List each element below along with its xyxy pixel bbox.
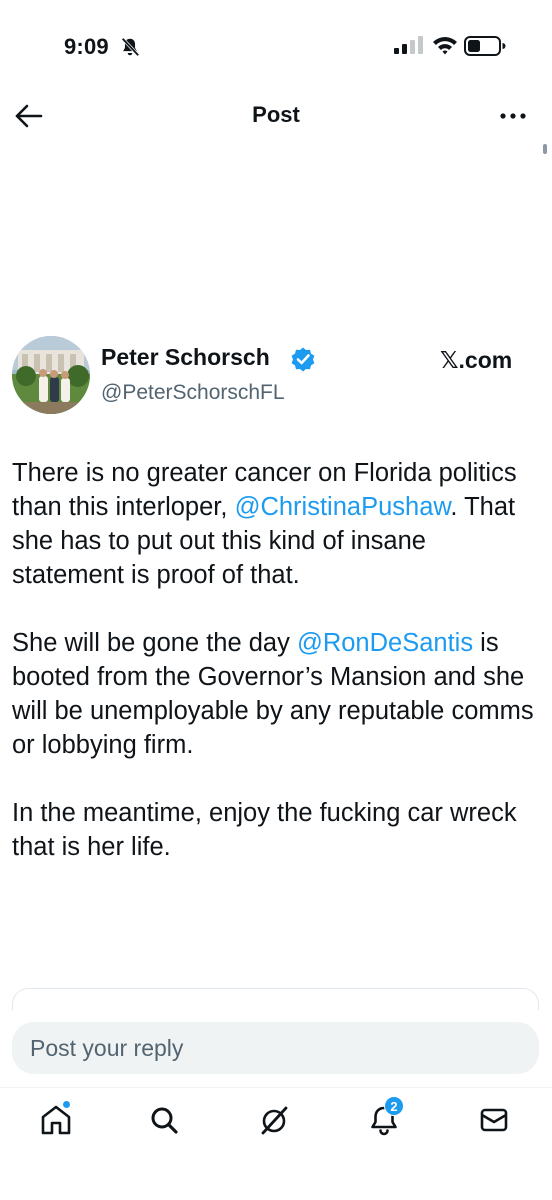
envelope-icon [480, 1108, 508, 1132]
scroll-indicator [543, 144, 547, 154]
avatar-photo [12, 336, 90, 414]
bottom-navigation: 2 [0, 1087, 552, 1153]
author-handle[interactable]: @PeterSchorschFL [101, 381, 285, 405]
tweet-text: There is no greater cancer on Florida po… [12, 456, 544, 898]
nav-messages[interactable] [474, 1100, 514, 1140]
tweet-paragraph: There is no greater cancer on Florida po… [12, 456, 544, 592]
unread-dot [62, 1100, 71, 1109]
author-name[interactable]: Peter Schorsch [101, 344, 270, 371]
nav-home[interactable] [36, 1100, 76, 1140]
verified-badge-icon [291, 347, 315, 372]
notification-count-badge: 2 [384, 1096, 404, 1116]
tweet-paragraph: In the meantime, enjoy the fucking car w… [12, 796, 544, 864]
page-title: Post [252, 102, 300, 127]
nav-grok[interactable] [254, 1100, 294, 1140]
reply-bar [0, 1010, 552, 1086]
avatar[interactable] [12, 336, 90, 414]
grok-icon [261, 1106, 288, 1135]
more-horizontal-icon[interactable] [496, 104, 530, 128]
status-bar: 9:09 [0, 0, 552, 90]
search-icon [151, 1107, 178, 1134]
status-time: 9:09 [64, 34, 109, 59]
x-com-watermark: 𝕏.com [440, 347, 513, 373]
bell-slash-icon [121, 37, 140, 57]
top-app-bar: Post [0, 92, 552, 140]
battery-icon [464, 36, 506, 56]
cellular-signal-icon [394, 36, 423, 54]
nav-search[interactable] [144, 1100, 184, 1140]
nav-notifications[interactable]: 2 [364, 1096, 404, 1140]
wifi-icon [433, 37, 457, 55]
mention-link[interactable]: @ChristinaPushaw [235, 493, 451, 521]
reply-input[interactable] [12, 1022, 539, 1074]
mention-link[interactable]: @RonDeSantis [297, 629, 473, 657]
tweet-paragraph: She will be gone the day @RonDeSantis is… [12, 626, 544, 762]
tweet-text-segment: She will be gone the day [12, 629, 297, 657]
tweet-text-segment: In the meantime, enjoy the fucking car w… [12, 799, 517, 861]
